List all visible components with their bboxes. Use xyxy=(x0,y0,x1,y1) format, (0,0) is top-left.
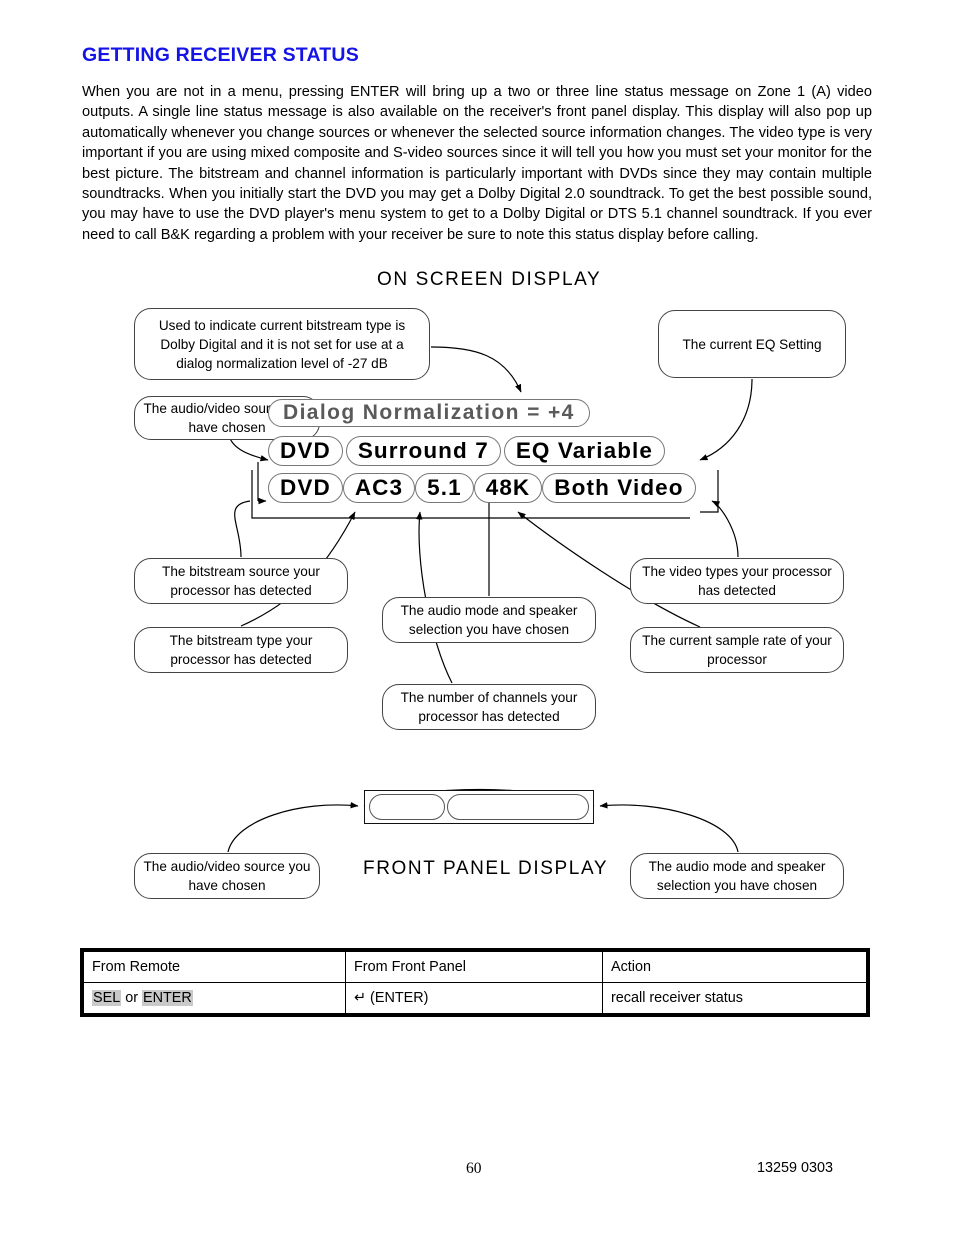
table-cell-front-panel-key: ↵ (ENTER) xyxy=(345,982,603,1014)
footer-document-code: 13259 0303 xyxy=(757,1160,834,1176)
footer-page-number: 60 xyxy=(466,1160,482,1177)
callout-channel-count: The number of channels your processor ha… xyxy=(382,684,596,730)
callout-sample-rate: The current sample rate of your processo… xyxy=(630,627,844,673)
callout-bitstream-type: The bitstream type your processor has de… xyxy=(134,627,348,673)
osd-row-primary: DVD Surround 7 EQ Variable xyxy=(268,436,688,466)
key-command-table: From Remote From Front Panel Action SEL … xyxy=(80,948,870,1017)
table-cell-from-remote: SEL or ENTER xyxy=(83,982,346,1014)
callout-front-panel-av-source: The audio/video source you have chosen xyxy=(134,853,320,899)
page-title: GETTING RECEIVER STATUS xyxy=(82,44,359,66)
osd-field-sample-rate: 48K xyxy=(473,473,543,503)
osd-field-video-type: Both Video xyxy=(542,473,696,503)
callout-video-types: The video types your processor has detec… xyxy=(630,558,844,604)
remote-key-enter: ENTER xyxy=(142,990,193,1006)
osd-field-channels: 5.1 xyxy=(415,473,474,503)
table-header-row: From Remote From Front Panel Action xyxy=(83,951,867,983)
callout-audio-mode: The audio mode and speaker selection you… xyxy=(382,597,596,643)
front-panel-cell-source xyxy=(369,794,445,820)
osd-field-bitstream-type: AC3 xyxy=(342,473,416,503)
front-panel-cell-audio-mode xyxy=(447,794,589,820)
osd-row-dialog: Dialog Normalization = +4 xyxy=(268,399,688,427)
table-header-from-front-panel: From Front Panel xyxy=(345,951,603,983)
table-header-from-remote: From Remote xyxy=(83,951,346,983)
callout-bitstream-source: The bitstream source your processor has … xyxy=(134,558,348,604)
remote-key-conjunction: or xyxy=(121,990,142,1006)
osd-field-eq: EQ Variable xyxy=(503,436,665,466)
osd-field-source: DVD xyxy=(268,436,343,466)
osd-field-dialog-normalization: Dialog Normalization = +4 xyxy=(268,399,590,427)
on-screen-display: Dialog Normalization = +4 DVD Surround 7… xyxy=(268,399,696,507)
front-panel-display-title: FRONT PANEL DISPLAY xyxy=(363,858,609,879)
intro-paragraph: When you are not in a menu, pressing ENT… xyxy=(82,84,872,243)
callout-bitstream-dialnorm: Used to indicate current bitstream type … xyxy=(134,308,430,380)
remote-key-sel: SEL xyxy=(92,990,122,1006)
table-header-action: Action xyxy=(602,951,867,983)
table-row: SEL or ENTER ↵ (ENTER) recall receiver s… xyxy=(83,982,867,1014)
callout-eq-setting: The current EQ Setting xyxy=(658,310,846,378)
osd-field-bitstream-source: DVD xyxy=(268,473,343,503)
osd-row-secondary: DVD AC3 5.1 48K Both Video xyxy=(268,473,696,503)
osd-field-audio-mode: Surround 7 xyxy=(345,436,501,466)
front-panel-display xyxy=(364,790,594,824)
table-cell-action: recall receiver status xyxy=(602,982,867,1014)
callout-front-panel-audio-mode: The audio mode and speaker selection you… xyxy=(630,853,844,899)
on-screen-display-title: ON SCREEN DISPLAY xyxy=(377,269,602,290)
